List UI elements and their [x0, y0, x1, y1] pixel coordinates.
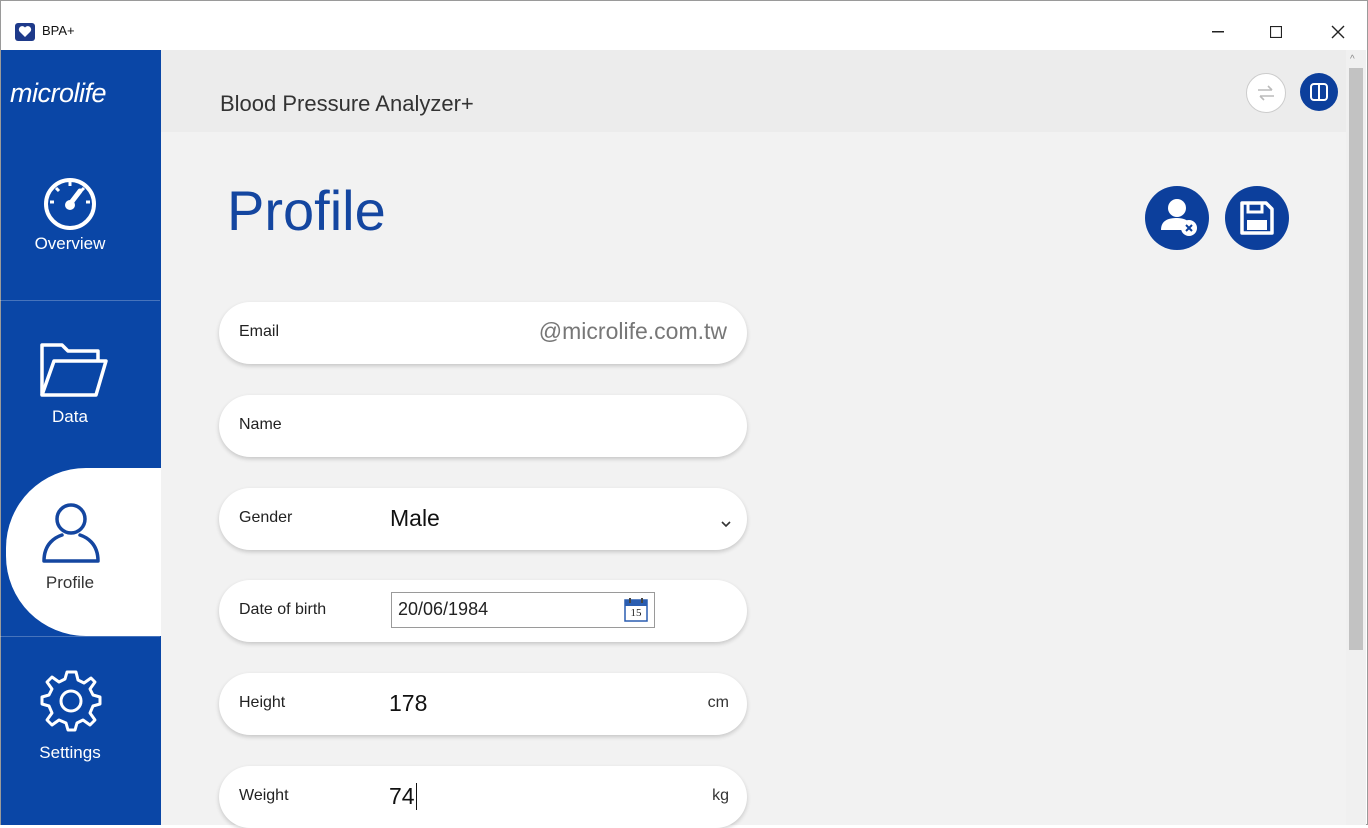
email-field[interactable]: Email @microlife.com.tw	[219, 302, 747, 364]
weight-value[interactable]: 74	[389, 783, 417, 810]
height-unit: cm	[707, 694, 729, 711]
height-field[interactable]: Height 178 cm	[219, 673, 747, 735]
user-remove-icon	[1157, 196, 1201, 245]
sidebar-divider	[0, 300, 160, 301]
title-bar: BPA+	[1, 1, 1367, 49]
sync-icon	[1256, 85, 1276, 106]
email-label: Email	[239, 323, 280, 340]
app-name: Blood Pressure Analyzer+	[220, 91, 474, 116]
gear-icon	[38, 668, 104, 739]
calendar-icon[interactable]: 15	[624, 597, 648, 623]
gauge-icon	[38, 174, 102, 235]
page-title: Profile	[227, 179, 386, 242]
calendar-day: 15	[630, 607, 642, 619]
height-label: Height	[239, 694, 286, 711]
microlife-logo: microlife	[10, 78, 107, 108]
date-of-birth-value[interactable]: 20/06/1984	[398, 599, 488, 620]
gender-select[interactable]: Gender Male	[219, 488, 747, 550]
sidebar-item-profile[interactable]: Profile	[0, 495, 160, 625]
manual-button[interactable]	[1300, 73, 1338, 111]
delete-profile-button[interactable]	[1145, 186, 1209, 250]
name-field[interactable]: Name	[219, 395, 747, 457]
weight-field[interactable]: Weight 74 kg	[219, 766, 747, 828]
window-title: BPA+	[42, 23, 75, 38]
app-heart-icon	[15, 23, 35, 41]
date-of-birth-field: Date of birth 20/06/1984 15	[219, 580, 747, 642]
weight-unit: kg	[712, 787, 729, 804]
sidebar-item-label: Profile	[45, 573, 95, 592]
sidebar-item-label: Data	[52, 407, 88, 426]
folder-icon	[38, 339, 110, 404]
sidebar-item-label: Settings	[39, 743, 101, 762]
date-of-birth-label: Date of birth	[239, 601, 327, 618]
gender-label: Gender	[239, 509, 293, 526]
user-icon	[38, 499, 104, 570]
sidebar-item-overview[interactable]: Overview	[0, 170, 160, 300]
date-of-birth-input[interactable]: 20/06/1984 15	[391, 592, 655, 628]
scroll-up-icon[interactable]: ^	[1350, 54, 1355, 65]
sidebar-item-label: Overview	[34, 234, 106, 253]
sidebar-divider	[0, 636, 160, 637]
weight-label: Weight	[239, 787, 289, 804]
scrollbar-thumb[interactable]	[1349, 68, 1363, 650]
email-value[interactable]: @microlife.com.tw	[539, 318, 727, 345]
chevron-down-icon[interactable]	[721, 515, 731, 533]
book-icon	[1309, 83, 1329, 106]
height-value[interactable]: 178	[389, 690, 427, 717]
gender-value[interactable]: Male	[390, 505, 440, 532]
minimize-button[interactable]	[1195, 15, 1241, 49]
maximize-button[interactable]	[1253, 15, 1299, 49]
name-label: Name	[239, 416, 282, 433]
close-button[interactable]	[1315, 15, 1361, 49]
save-icon	[1239, 200, 1275, 241]
sidebar-item-settings[interactable]: Settings	[0, 668, 160, 788]
save-profile-button[interactable]	[1225, 186, 1289, 250]
sidebar-item-data[interactable]: Data	[0, 335, 160, 465]
sync-button[interactable]	[1246, 73, 1286, 113]
